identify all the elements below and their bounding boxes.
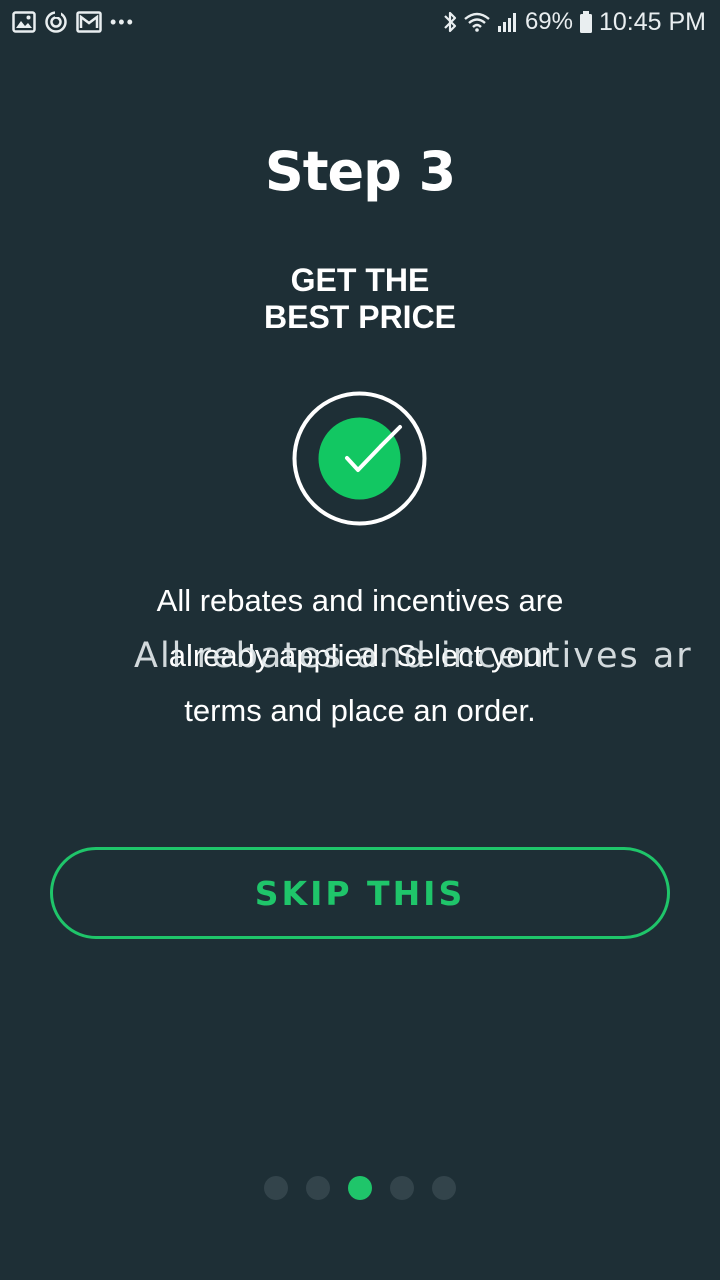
page-dot-active[interactable]: [348, 1176, 372, 1200]
page-dot[interactable]: [432, 1176, 456, 1200]
description-line: terms and place an order.: [184, 693, 536, 728]
page-indicator: [0, 1176, 720, 1200]
bluetooth-icon: [443, 10, 457, 34]
wifi-icon: [463, 11, 491, 33]
step-title: Step 3: [264, 140, 456, 203]
more-dots-icon: •••: [110, 12, 135, 32]
sync-icon: [44, 10, 68, 34]
page-dot[interactable]: [390, 1176, 414, 1200]
page-dot[interactable]: [264, 1176, 288, 1200]
gallery-icon: [12, 11, 36, 33]
ghost-description-text: All rebates and incentives ar: [134, 636, 693, 676]
signal-icon: [497, 11, 519, 33]
subtitle-line: GET THE: [290, 262, 430, 298]
status-bar-left: •••: [12, 10, 143, 34]
status-bar: ••• 69% 10:45 PM: [0, 0, 720, 44]
skip-button-label: SKIP THIS: [254, 873, 466, 913]
skip-button[interactable]: SKIP THIS: [50, 847, 670, 939]
page-dot[interactable]: [306, 1176, 330, 1200]
step-subtitle: GET THE BEST PRICE: [0, 262, 720, 336]
battery-percent: 69%: [524, 8, 573, 35]
onboarding-screen: ••• 69% 10:45 PM Step 3 GET THE BEST PRI…: [0, 0, 720, 1280]
check-circle-icon: [292, 391, 427, 526]
clock-time: 10:45 PM: [598, 7, 706, 36]
subtitle-line: BEST PRICE: [263, 299, 457, 335]
description-line: All rebates and incentives are: [156, 583, 564, 618]
status-bar-right: 69% 10:45 PM: [437, 8, 706, 37]
gmail-icon: [76, 11, 102, 33]
battery-icon: [579, 10, 593, 34]
